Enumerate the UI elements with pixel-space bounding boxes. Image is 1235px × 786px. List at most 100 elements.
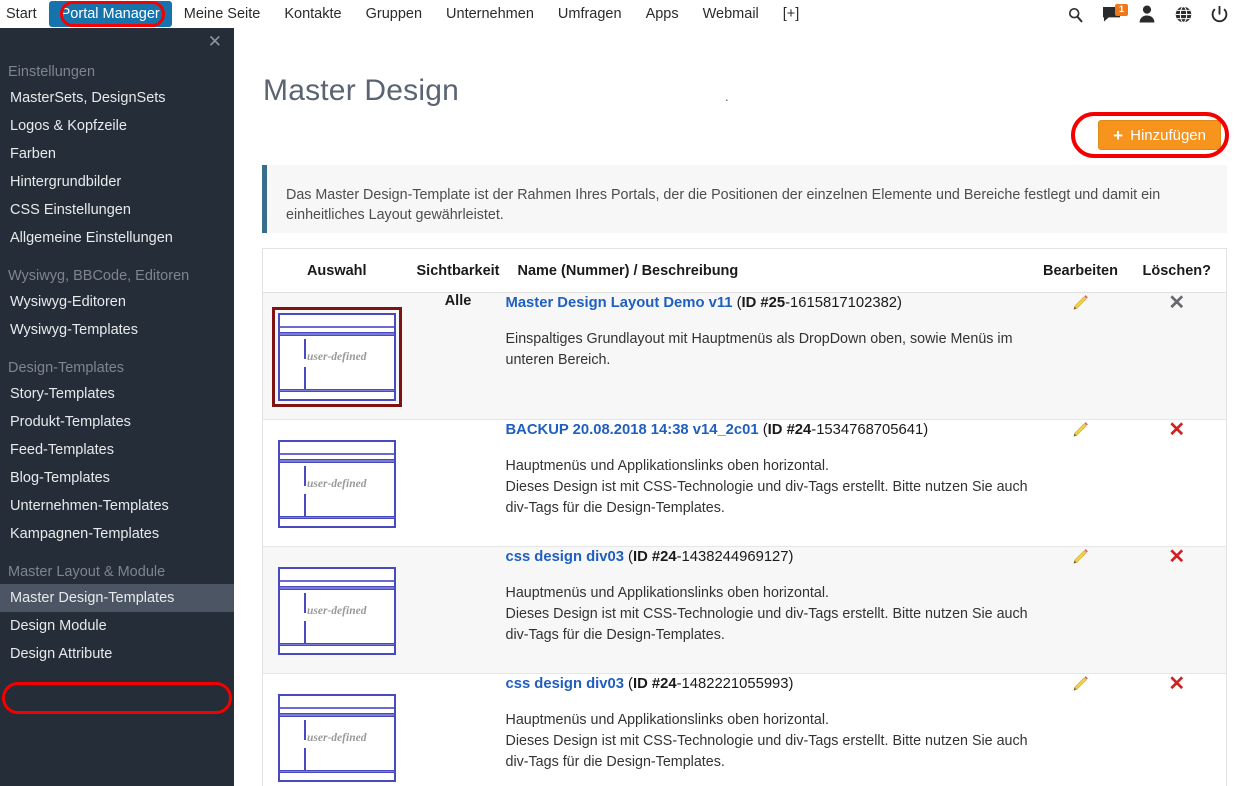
sidebar-item-blog-templates[interactable]: Blog-Templates <box>0 464 234 492</box>
close-icon[interactable]: ✕ <box>208 33 222 50</box>
nav-item-gruppen[interactable]: Gruppen <box>354 1 434 27</box>
nav-more-button[interactable]: [+] <box>771 6 812 22</box>
diagram-divider-lower <box>303 748 306 770</box>
cell-sichtbarkeit <box>410 419 506 547</box>
row-id-prefix: ID #24 <box>767 422 812 438</box>
thumbnail-label: user-defined <box>307 478 367 490</box>
nav-item-unternehmen[interactable]: Unternehmen <box>434 1 546 27</box>
cell-sichtbarkeit: Alle <box>410 292 506 420</box>
pencil-icon[interactable] <box>1071 420 1090 444</box>
table-header-row: Auswahl Sichtbarkeit Name (Nummer) / Bes… <box>262 248 1227 293</box>
row-description-line: Dieses Design ist mit CSS-Technologie un… <box>505 606 1028 643</box>
nav-item-webmail[interactable]: Webmail <box>691 1 771 27</box>
sidebar-item-produkt-templates[interactable]: Produkt-Templates <box>0 408 234 436</box>
row-id-suffix: -1615817102382 <box>785 295 898 311</box>
diagram-header-bar <box>279 580 394 582</box>
pencil-icon[interactable] <box>1071 293 1090 317</box>
pencil-icon[interactable] <box>1071 674 1090 698</box>
close-icon[interactable]: ✕ <box>1168 293 1185 313</box>
top-nav-items: Start Portal Manager Meine Seite Kontakte Gr… <box>0 0 811 28</box>
row-title-link[interactable]: css design div03 <box>506 676 624 692</box>
sidebar-item-css-einstellungen[interactable]: CSS Einstellungen <box>0 196 234 224</box>
cell-auswahl: user-defined <box>262 546 411 674</box>
layout-preview-diagram: user-defined <box>277 313 396 401</box>
row-description-line: Hauptmenüs und Applikationslinks oben ho… <box>505 712 829 728</box>
pencil-icon[interactable] <box>1071 547 1090 571</box>
row-id-prefix: ID #25 <box>741 295 786 311</box>
row-id-suffix: -1482221055993 <box>676 676 789 692</box>
sidebar-item-logos-kopfzeile[interactable]: Logos & Kopfzeile <box>0 112 234 140</box>
sidebar-item-mastersets-designsets[interactable]: MasterSets, DesignSets <box>0 84 234 112</box>
close-icon[interactable]: ✕ <box>1168 547 1185 567</box>
sidebar-item-wysiwyg-editoren[interactable]: Wysiwyg-Editoren <box>0 288 234 316</box>
row-title-line: BACKUP 20.08.2018 14:38 v14_2c01 (ID #24… <box>505 422 929 438</box>
add-button[interactable]: + Hinzufügen <box>1098 120 1221 150</box>
sidebar-item-story-templates[interactable]: Story-Templates <box>0 380 234 408</box>
table-row: user-defined Alle Master Design Layout Dem… <box>262 292 1227 420</box>
sidebar-item-wysiwyg-templates[interactable]: Wysiwyg-Templates <box>0 316 234 344</box>
sidebar-group-title-design-templates: Design-Templates <box>8 360 125 376</box>
column-header-name: Name (Nummer) / Beschreibung <box>505 248 1034 293</box>
row-description: Hauptmenüs und Applikationslinks oben ho… <box>506 710 1034 773</box>
nav-item-start[interactable]: Start <box>0 1 49 27</box>
close-icon[interactable]: ✕ <box>1168 420 1185 440</box>
layout-thumbnail[interactable]: user-defined <box>272 688 402 786</box>
row-title-link[interactable]: Master Design Layout Demo v11 <box>506 295 733 311</box>
top-navigation-bar: Start Portal Manager Meine Seite Kontakte Gr… <box>0 0 1235 28</box>
nav-item-kontakte[interactable]: Kontakte <box>272 1 353 27</box>
diagram-header-bar <box>279 453 394 455</box>
add-button-label: Hinzufügen <box>1130 126 1206 144</box>
diagram-footer-bar <box>279 516 394 519</box>
diagram-footer-bar <box>279 643 394 646</box>
layout-thumbnail[interactable]: user-defined <box>272 434 402 534</box>
column-header-auswahl: Auswahl <box>262 248 411 293</box>
user-icon[interactable] <box>1137 4 1157 24</box>
cell-loeschen: ✕ <box>1127 292 1227 420</box>
sidebar-item-kampagnen-templates[interactable]: Kampagnen-Templates <box>0 520 234 548</box>
layout-thumbnail[interactable]: user-defined <box>272 561 402 661</box>
sidebar-item-design-attribute[interactable]: Design Attribute <box>0 640 234 668</box>
diagram-divider-lower <box>303 367 306 389</box>
close-icon[interactable]: ✕ <box>1168 674 1185 694</box>
sidebar-item-hintergrundbilder[interactable]: Hintergrundbilder <box>0 168 234 196</box>
page-title: Master Design <box>263 74 460 108</box>
row-description-line: Hauptmenüs und Applikationslinks oben ho… <box>505 585 829 601</box>
row-title-link[interactable]: BACKUP 20.08.2018 14:38 v14_2c01 <box>506 422 759 438</box>
nav-item-meine-seite[interactable]: Meine Seite <box>172 1 273 27</box>
sidebar-item-master-design-templates[interactable]: Master Design-Templates <box>0 584 234 612</box>
sidebar-item-allgemeine-einstellungen[interactable]: Allgemeine Einstellungen <box>0 224 234 252</box>
layout-thumbnail[interactable]: user-defined <box>271 307 402 407</box>
nav-item-portal-manager[interactable]: Portal Manager <box>48 1 172 27</box>
row-description-line: Hauptmenüs und Applikationslinks oben ho… <box>505 458 829 474</box>
cell-name: BACKUP 20.08.2018 14:38 v14_2c01 (ID #24… <box>505 419 1034 547</box>
row-description-line: Dieses Design ist mit CSS-Technologie un… <box>505 733 1028 770</box>
row-id-suffix: -1534768705641 <box>811 422 924 438</box>
sidebar-item-design-module[interactable]: Design Module <box>0 612 234 640</box>
layout-preview-diagram: user-defined <box>277 440 396 528</box>
thumbnail-cell: user-defined <box>263 674 411 786</box>
power-icon[interactable] <box>1209 4 1229 24</box>
plus-icon: + <box>1113 125 1124 145</box>
top-right-icon-group: 1 <box>1065 0 1229 28</box>
sidebar-group-title-wysiwyg-bbcode-editoren: Wysiwyg, BBCode, Editoren <box>8 268 190 284</box>
globe-icon[interactable] <box>1173 4 1193 24</box>
nav-item-umfragen[interactable]: Umfragen <box>546 1 634 27</box>
cell-bearbeiten <box>1033 546 1128 674</box>
cell-loeschen: ✕ <box>1127 419 1227 547</box>
search-icon[interactable] <box>1065 4 1085 24</box>
nav-item-apps[interactable]: Apps <box>634 1 691 27</box>
layout-preview-diagram: user-defined <box>277 567 396 655</box>
sidebar-item-unternehmen-templates[interactable]: Unternehmen-Templates <box>0 492 234 520</box>
row-id-suffix: -1438244969127 <box>676 549 789 565</box>
sidebar-item-farben[interactable]: Farben <box>0 140 234 168</box>
row-title-line: css design div03 (ID #24-1482221055993) <box>505 676 794 692</box>
row-title-link[interactable]: css design div03 <box>506 549 624 565</box>
diagram-footer-bar <box>279 389 394 392</box>
main-content: Master Design . + Hinzufügen Das Master … <box>234 28 1235 786</box>
sidebar-item-feed-templates[interactable]: Feed-Templates <box>0 436 234 464</box>
info-banner: Das Master Design-Template ist der Rahme… <box>262 165 1227 233</box>
message-icon[interactable]: 1 <box>1101 4 1128 24</box>
row-description: Hauptmenüs und Applikationslinks oben ho… <box>506 583 1034 646</box>
row-id-prefix: ID #24 <box>632 549 677 565</box>
cell-sichtbarkeit <box>410 673 506 786</box>
